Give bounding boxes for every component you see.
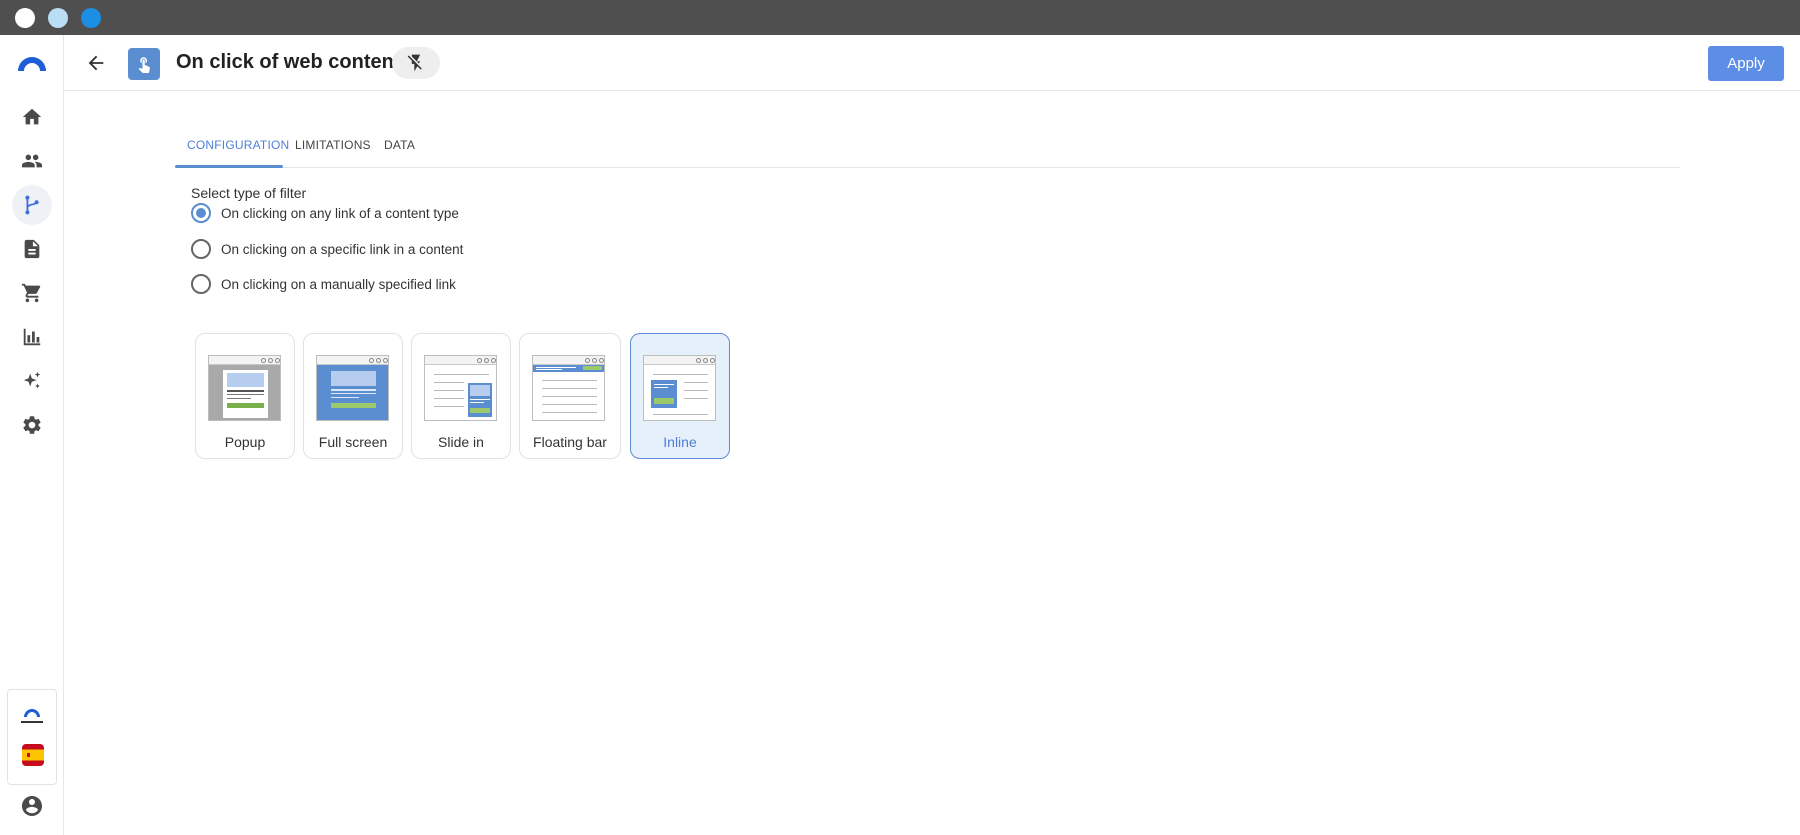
format-card-full-screen[interactable]: Full screen bbox=[303, 333, 403, 459]
sidebar-item-home[interactable] bbox=[12, 97, 52, 137]
format-card-slide-in[interactable]: Slide in bbox=[411, 333, 511, 459]
window-minimize-dot[interactable] bbox=[48, 8, 68, 28]
sidebar-item-ai[interactable] bbox=[12, 361, 52, 401]
format-card-floating-bar[interactable]: Floating bar bbox=[519, 333, 621, 459]
document-icon bbox=[24, 239, 40, 259]
sidebar-item-content[interactable] bbox=[12, 229, 52, 269]
cart-icon bbox=[21, 283, 41, 303]
apply-button[interactable]: Apply bbox=[1708, 46, 1784, 81]
format-label: Slide in bbox=[438, 434, 484, 450]
brand-logo-icon[interactable] bbox=[19, 704, 45, 728]
page-title: On click of web content bbox=[176, 51, 401, 73]
trigger-type-badge bbox=[128, 48, 160, 80]
tab-configuration[interactable]: CONFIGURATION bbox=[187, 138, 289, 152]
gear-icon bbox=[23, 416, 41, 434]
sidebar-item-workflows[interactable] bbox=[12, 185, 52, 225]
account-box bbox=[7, 689, 57, 785]
format-label: Popup bbox=[224, 434, 266, 450]
radio-button[interactable] bbox=[191, 274, 211, 294]
popup-preview-icon bbox=[208, 355, 281, 421]
flash-off-icon bbox=[407, 54, 422, 72]
bar-chart-icon bbox=[23, 328, 41, 346]
flow-icon bbox=[25, 195, 39, 215]
filter-option-content-type[interactable]: On clicking on any link of a content typ… bbox=[191, 203, 459, 223]
radio-button-checked[interactable] bbox=[191, 203, 211, 223]
radio-label: On clicking on a manually specified link bbox=[221, 276, 456, 292]
sidebar-item-reports[interactable] bbox=[12, 317, 52, 357]
tab-data[interactable]: DATA bbox=[384, 138, 415, 152]
window-titlebar bbox=[0, 0, 1800, 35]
spain-flag-icon[interactable] bbox=[22, 744, 44, 766]
format-card-inline[interactable]: Inline bbox=[630, 333, 730, 459]
filter-option-manual-link[interactable]: On clicking on a manually specified link bbox=[191, 274, 456, 294]
sparkle-icon bbox=[23, 371, 41, 389]
format-label: Inline bbox=[663, 434, 697, 450]
user-profile-button[interactable] bbox=[18, 792, 46, 820]
arrow-back-icon bbox=[88, 55, 104, 71]
page-header: On click of web content Apply bbox=[64, 35, 1800, 91]
sidebar bbox=[0, 35, 64, 835]
full-screen-preview-icon bbox=[316, 355, 389, 421]
window-maximize-dot[interactable] bbox=[81, 8, 101, 28]
radio-button[interactable] bbox=[191, 239, 211, 259]
account-circle-icon bbox=[22, 796, 42, 816]
back-button[interactable] bbox=[84, 51, 108, 75]
people-icon bbox=[21, 154, 43, 168]
flash-toggle-button[interactable] bbox=[392, 47, 440, 79]
window-close-dot[interactable] bbox=[15, 8, 35, 28]
format-label: Full screen bbox=[318, 434, 388, 450]
tab-bar: CONFIGURATION LIMITATIONS DATA bbox=[175, 125, 1680, 168]
filter-option-specific-link[interactable]: On clicking on a specific link in a cont… bbox=[191, 239, 463, 259]
slide-in-preview-icon bbox=[424, 355, 497, 421]
filter-type-label: Select type of filter bbox=[191, 185, 307, 201]
format-label: Floating bar bbox=[533, 434, 607, 450]
home-icon bbox=[22, 108, 42, 125]
format-card-popup[interactable]: Popup bbox=[195, 333, 295, 459]
radio-label: On clicking on any link of a content typ… bbox=[221, 205, 459, 221]
app-logo-icon[interactable] bbox=[16, 53, 48, 73]
sidebar-item-contacts[interactable] bbox=[12, 141, 52, 181]
tab-limitations[interactable]: LIMITATIONS bbox=[295, 138, 371, 152]
inline-preview-icon bbox=[643, 355, 716, 421]
active-tab-indicator bbox=[175, 165, 283, 168]
touch-click-icon bbox=[138, 57, 150, 73]
sidebar-item-store[interactable] bbox=[12, 273, 52, 313]
radio-label: On clicking on a specific link in a cont… bbox=[221, 241, 464, 257]
sidebar-item-settings[interactable] bbox=[12, 405, 52, 445]
floating-bar-preview-icon bbox=[532, 355, 605, 421]
